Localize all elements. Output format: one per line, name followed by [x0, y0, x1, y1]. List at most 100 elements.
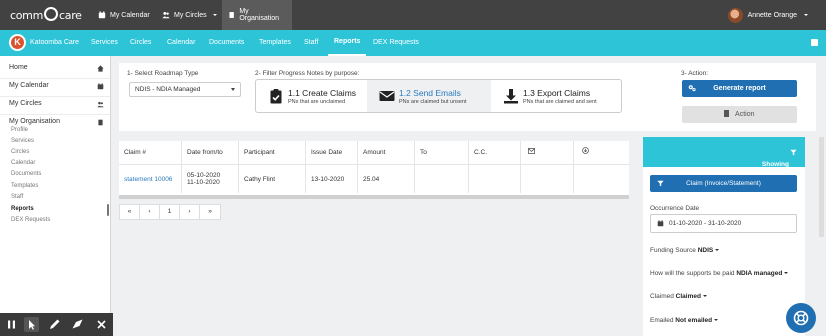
table-row-claim[interactable]: statement 10006: [119, 165, 182, 193]
filter-option-title: 1.1 Create Claims: [288, 88, 357, 98]
column-header-amount[interactable]: Amount: [358, 141, 415, 165]
funding-source-filter[interactable]: Funding Source NDIS: [650, 247, 720, 254]
table-horizontal-scrollbar[interactable]: [119, 195, 629, 199]
filter-option-subtitle: PNs that are unclaimed: [288, 99, 346, 105]
chevron-down-icon: [804, 14, 808, 16]
user-menu[interactable]: Annette Orange: [727, 0, 808, 30]
filter-option-title: 1.2 Send Emails: [399, 88, 461, 98]
claimed-filter[interactable]: Claimed Claimed: [650, 293, 707, 300]
tab-staff[interactable]: Staff: [304, 30, 318, 56]
column-header-email[interactable]: [521, 141, 574, 165]
tab-circles[interactable]: Circles: [130, 30, 151, 56]
sidebar-sub-documents[interactable]: Documents: [11, 171, 41, 177]
column-header-claim[interactable]: Claim #: [119, 141, 182, 165]
filter-option-subtitle: PNs are claimed but unsent: [399, 99, 467, 105]
table-row-issue-date: 13-10-2020: [306, 165, 358, 193]
pause-button[interactable]: [4, 317, 19, 332]
right-scrollbar[interactable]: [819, 137, 824, 237]
brand-logo[interactable]: comm care: [10, 7, 82, 22]
clipboard-check-icon: [270, 89, 282, 104]
topnav-my-organisation[interactable]: My Organisation: [222, 0, 292, 30]
column-header-participant[interactable]: Participant: [239, 141, 306, 165]
pager-next[interactable]: ›: [180, 205, 200, 219]
tab-documents[interactable]: Documents: [209, 30, 244, 56]
sidebar-sub-calendar[interactable]: Calendar: [11, 160, 35, 166]
column-header-to[interactable]: To: [415, 141, 469, 165]
pen-button[interactable]: [47, 317, 62, 332]
topnav-my-circles[interactable]: My Circles: [156, 0, 223, 30]
pointer-button[interactable]: [24, 317, 39, 332]
roadmap-select[interactable]: NDIS - NDIA Managed: [129, 82, 241, 97]
filter-option-title: 1.3 Export Claims: [523, 88, 591, 98]
sidebar-sub-profile[interactable]: Profile: [11, 127, 28, 133]
action-label: 3- Action:: [681, 70, 709, 77]
tab-reports[interactable]: Reports: [328, 30, 367, 56]
pager-prev[interactable]: ‹: [140, 205, 160, 219]
divider: [0, 78, 110, 79]
emailed-filter[interactable]: Emailed Not emailed: [650, 317, 719, 324]
pen-icon: [50, 319, 60, 329]
highlighter-button[interactable]: [70, 317, 85, 332]
download-icon: [504, 89, 518, 104]
filter-icon: [790, 149, 797, 156]
column-header-date[interactable]: Date from/to: [182, 141, 239, 165]
sidebar-item-my-calendar[interactable]: My Calendar: [9, 82, 104, 96]
calendar-icon: [657, 220, 664, 227]
column-header-issue-date[interactable]: Issue Date: [306, 141, 358, 165]
roadmap-select-value: NDIS - NDIA Managed: [135, 86, 201, 93]
table-row-download: [574, 165, 629, 193]
sidebar-sub-staff[interactable]: Staff: [11, 194, 23, 200]
action-button[interactable]: Action: [682, 106, 797, 123]
sidebar-item-label: My Circles: [9, 100, 42, 107]
sidebar-sub-services[interactable]: Services: [11, 138, 34, 144]
sidebar-sub-dex-requests[interactable]: DEX Requests: [11, 217, 50, 223]
occurrence-date-field[interactable]: 01-10-2020 - 31-10-2020: [650, 214, 797, 233]
table-row-participant: Cathy Flint: [239, 165, 306, 193]
pager-last[interactable]: »: [200, 205, 220, 219]
paid-by-filter[interactable]: How will the supports be paid NDIA manag…: [650, 270, 789, 277]
chevron-down-icon: [231, 88, 235, 91]
chevron-down-icon: [702, 295, 707, 297]
expand-icon[interactable]: [811, 39, 818, 46]
calendar-icon: [97, 83, 104, 90]
filter-label: How will the supports be paid: [650, 270, 735, 277]
sidebar-sub-circles[interactable]: Circles: [11, 149, 29, 155]
filter-icon: [657, 180, 664, 187]
pause-icon: [8, 320, 15, 329]
chevron-down-icon: [714, 319, 719, 321]
topnav-my-calendar[interactable]: My Calendar: [92, 0, 156, 30]
column-header-cc[interactable]: C.C.: [469, 141, 521, 165]
close-toolbar-button[interactable]: [94, 317, 109, 332]
topnav-label: My Circles: [174, 11, 207, 19]
table-row-email-status: [521, 165, 574, 193]
help-button[interactable]: [786, 303, 816, 333]
showing-docs[interactable]: Showing Docs 1/111: [762, 149, 797, 182]
pager-first[interactable]: «: [120, 205, 140, 219]
generate-report-button[interactable]: Generate report: [682, 80, 797, 97]
sidebar-sub-templates[interactable]: Templates: [11, 183, 38, 189]
pager-page-1[interactable]: 1: [160, 205, 180, 219]
claim-invoice-button[interactable]: Claim (Invoice/Statement): [650, 175, 797, 192]
highlighter-icon: [72, 319, 83, 329]
filter-send-emails[interactable]: 1.2 Send Emails PNs are claimed but unse…: [367, 80, 491, 112]
right-panel-header: Showing Docs 1/111: [643, 137, 805, 182]
chevron-down-icon: [784, 272, 789, 274]
org-logo: [9, 34, 26, 51]
building-icon: [229, 12, 234, 18]
column-header-download[interactable]: [574, 141, 629, 165]
filter-create-claims[interactable]: 1.1 Create Claims PNs that are unclaimed: [256, 80, 367, 112]
tab-dex-requests[interactable]: DEX Requests: [373, 30, 419, 56]
org-name[interactable]: Katoomba Care: [30, 30, 79, 56]
table-row-dates: 05-10-2020 11-10-2020: [182, 165, 239, 193]
tab-calendar[interactable]: Calendar: [167, 30, 195, 56]
sidebar-item-home[interactable]: Home: [9, 64, 104, 78]
tab-templates[interactable]: Templates: [259, 30, 291, 56]
filter-label: Funding Source: [650, 247, 696, 254]
sidebar-item-my-circles[interactable]: My Circles: [9, 100, 104, 114]
tab-services[interactable]: Services: [91, 30, 118, 56]
users-icon: [97, 101, 104, 108]
envelope-icon: [528, 148, 535, 154]
sidebar-scrollbar[interactable]: [107, 204, 109, 216]
filter-export-claims[interactable]: 1.3 Export Claims PNs that are claimed a…: [491, 80, 621, 112]
sidebar-sub-reports[interactable]: Reports: [11, 206, 34, 212]
